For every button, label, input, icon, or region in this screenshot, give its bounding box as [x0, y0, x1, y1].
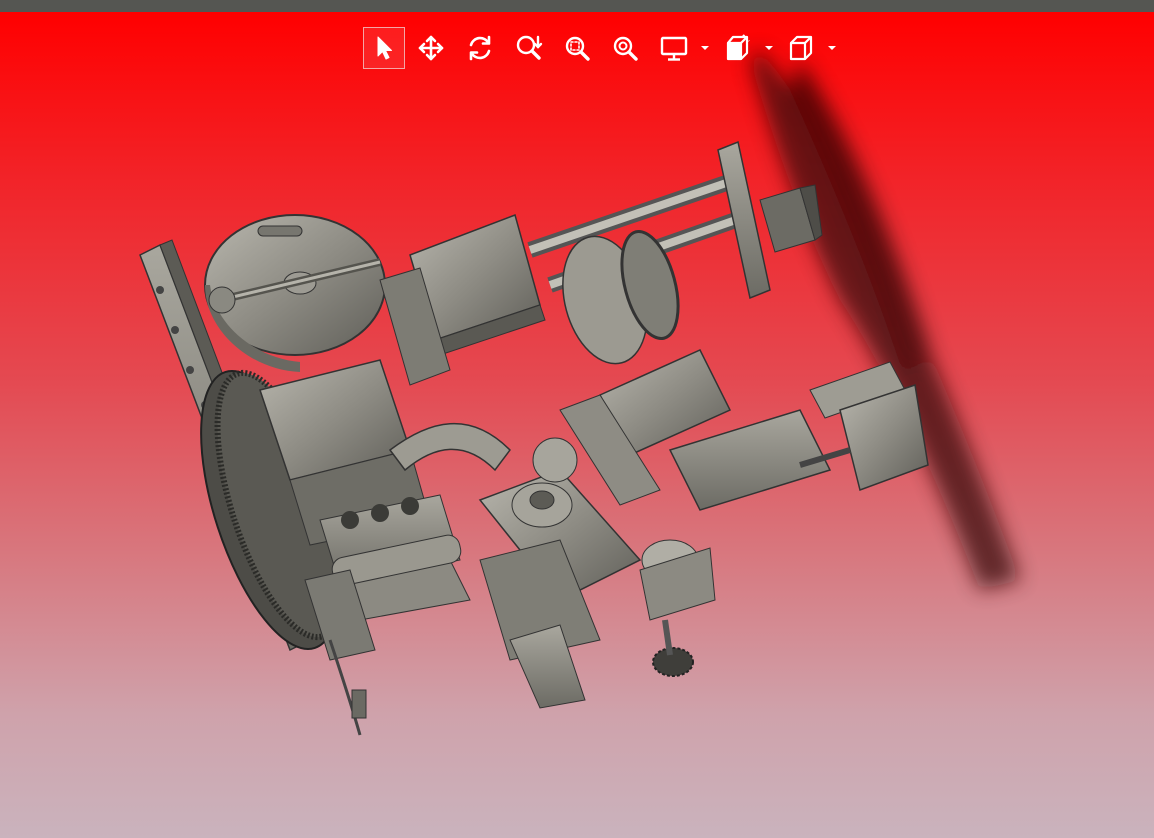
section-view-button[interactable]	[720, 27, 756, 69]
view-orientation-button[interactable]	[783, 27, 819, 69]
view-orientation-dropdown[interactable]	[827, 41, 837, 55]
section-view-dropdown[interactable]	[764, 41, 774, 55]
lower-assembly	[478, 394, 716, 709]
pan-tool-button[interactable]	[411, 27, 451, 69]
move-arrows-icon	[418, 35, 444, 61]
zoom-updown-icon	[516, 35, 543, 60]
curved-tube	[388, 422, 511, 472]
linear-rods	[527, 140, 823, 365]
chevron-down-icon	[701, 46, 709, 50]
zoom-window-icon	[565, 36, 590, 61]
cube-view-icon	[789, 35, 813, 61]
rotate-tool-button[interactable]	[460, 27, 500, 69]
model-shadow	[750, 50, 1020, 590]
display-mode-button[interactable]	[656, 27, 692, 69]
window-top-bar	[0, 0, 1154, 12]
chevron-down-icon	[765, 46, 773, 50]
zoom-fit-button[interactable]	[605, 27, 645, 69]
3d-viewport[interactable]	[0, 12, 1154, 838]
monitor-icon	[660, 36, 688, 61]
cad-assembly-model[interactable]	[0, 12, 1154, 838]
chevron-down-icon	[828, 46, 836, 50]
rotate-icon	[469, 35, 491, 61]
zoom-tool-button[interactable]	[509, 27, 549, 69]
cursor-arrow-icon	[377, 36, 392, 60]
select-tool-button[interactable]	[363, 27, 405, 69]
zoom-window-button[interactable]	[557, 27, 597, 69]
top-disc	[204, 214, 386, 372]
zoom-fit-icon	[613, 36, 638, 61]
section-view-icon	[726, 34, 750, 61]
display-mode-dropdown[interactable]	[700, 41, 710, 55]
